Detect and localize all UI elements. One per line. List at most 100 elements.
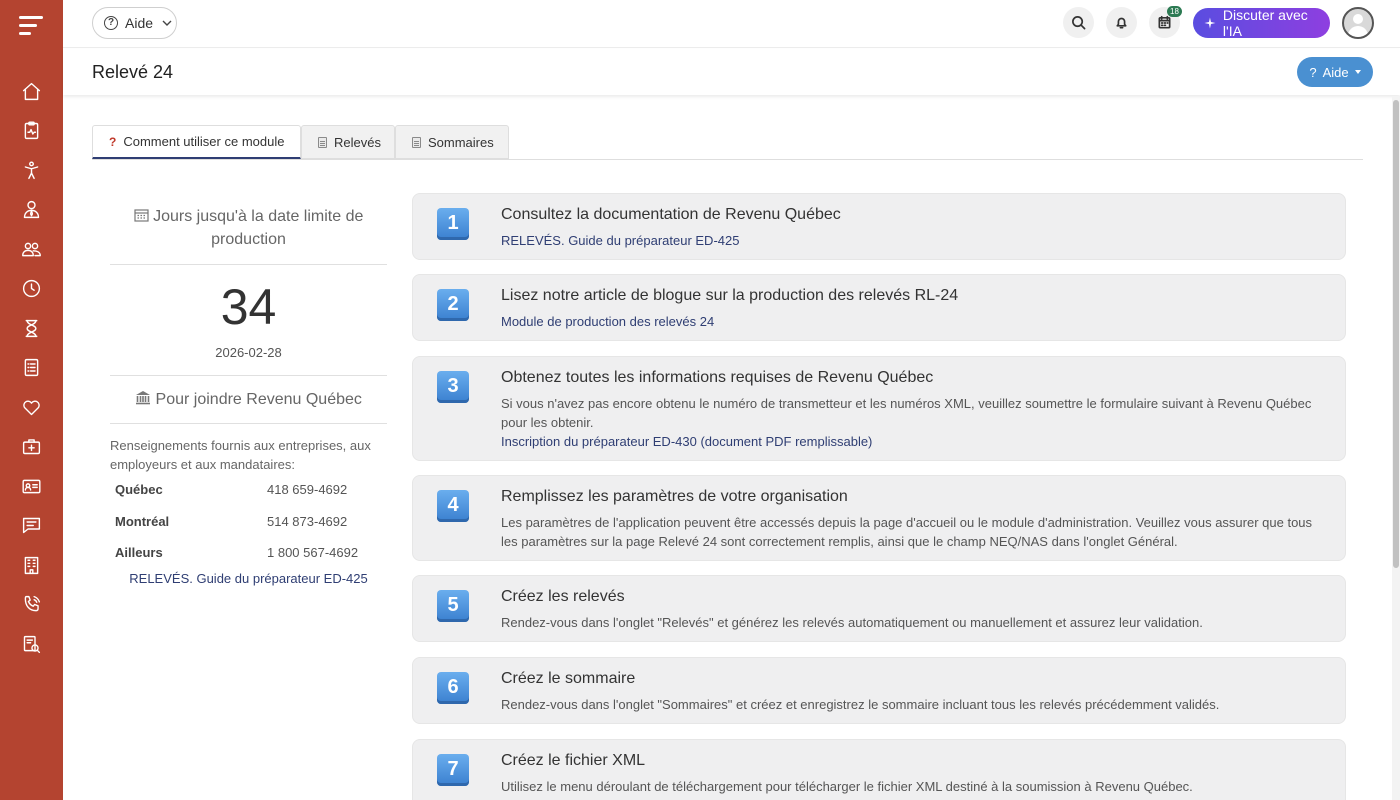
step-title: Remplissez les paramètres de votre organ… bbox=[501, 488, 848, 505]
step-card-6: 6 Créez le sommaire Rendez-vous dans l'o… bbox=[412, 657, 1346, 724]
sidebar bbox=[0, 0, 63, 800]
contact-title-text: Pour joindre Revenu Québec bbox=[155, 391, 362, 408]
divider bbox=[110, 264, 387, 265]
contact-city: Ailleurs bbox=[115, 545, 163, 560]
step-link[interactable]: RELEVÉS. Guide du préparateur ED-425 bbox=[501, 231, 1321, 250]
accessibility-icon[interactable] bbox=[20, 159, 43, 182]
contact-row: Québec 418 659-4692 bbox=[115, 482, 347, 497]
step-description: Si vous n'avez pas encore obtenu le numé… bbox=[501, 396, 1312, 430]
step-body: Si vous n'avez pas encore obtenu le numé… bbox=[501, 394, 1321, 451]
tab-label: Sommaires bbox=[428, 134, 494, 150]
ai-chat-button[interactable]: Discuter avec l'IA bbox=[1193, 7, 1330, 39]
step-title: Créez les relevés bbox=[501, 588, 625, 605]
page-title: Relevé 24 bbox=[92, 62, 174, 82]
document-icon bbox=[412, 136, 421, 148]
step-number-3-icon: 3 bbox=[437, 371, 469, 403]
scroll-thumb[interactable] bbox=[1393, 100, 1399, 568]
contact-city: Montréal bbox=[115, 514, 170, 529]
divider bbox=[110, 375, 387, 376]
step-number-7-icon: 7 bbox=[437, 754, 469, 786]
contact-phone: 514 873-4692 bbox=[267, 514, 348, 529]
step-title: Lisez notre article de blogue sur la pro… bbox=[501, 287, 959, 304]
contact-phone: 1 800 567-4692 bbox=[267, 545, 359, 560]
menu-icon[interactable] bbox=[19, 16, 43, 36]
tab-sommaires[interactable]: Sommaires bbox=[395, 125, 509, 159]
contact-row: Montréal 514 873-4692 bbox=[115, 514, 347, 529]
ai-chat-label: Discuter avec l'IA bbox=[1222, 7, 1308, 39]
step-title: Consultez la documentation de Revenu Qué… bbox=[501, 206, 841, 223]
step-card-4: 4 Remplissez les paramètres de votre org… bbox=[412, 475, 1346, 561]
step-number-1-icon: 1 bbox=[437, 208, 469, 240]
top-bar: ? Aide 18 Discuter avec l'IA bbox=[63, 0, 1400, 48]
step-number-4-icon: 4 bbox=[437, 490, 469, 522]
tab-releves[interactable]: Relevés bbox=[301, 125, 395, 159]
help-dropdown-label: Aide bbox=[125, 15, 154, 31]
step-card-5: 5 Créez les relevés Rendez-vous dans l'o… bbox=[412, 575, 1346, 642]
user-tie-icon[interactable] bbox=[20, 198, 43, 221]
checklist-icon[interactable] bbox=[20, 356, 43, 379]
step-card-3: 3 Obtenez toutes les informations requis… bbox=[412, 356, 1346, 461]
aide-dropdown-button[interactable]: ? Aide bbox=[1297, 57, 1373, 87]
step-title: Créez le fichier XML bbox=[501, 752, 646, 769]
step-description: Rendez-vous dans l'onglet "Sommaires" et… bbox=[501, 697, 1220, 712]
guide-link[interactable]: RELEVÉS. Guide du préparateur ED-425 bbox=[110, 571, 387, 586]
tab-label: Relevés bbox=[334, 134, 381, 150]
sparkle-icon bbox=[1204, 17, 1216, 29]
contact-phone: 418 659-4692 bbox=[267, 482, 348, 497]
id-card-icon[interactable] bbox=[20, 475, 43, 498]
deadline-title: Jours jusqu'à la date limite de producti… bbox=[110, 205, 387, 251]
chevron-down-icon bbox=[162, 20, 172, 26]
contact-title: Pour joindre Revenu Québec bbox=[110, 390, 387, 409]
calendar-icon bbox=[1158, 15, 1171, 29]
step-link[interactable]: Inscription du préparateur ED-430 (docum… bbox=[501, 432, 1321, 451]
question-icon: ? bbox=[1309, 64, 1317, 80]
aide-button-label: Aide bbox=[1322, 64, 1349, 80]
question-icon: ? bbox=[109, 134, 117, 149]
hourglass-icon[interactable] bbox=[20, 317, 43, 340]
contact-intro: Renseignements fournis aux entreprises, … bbox=[110, 438, 371, 472]
calendar-icon bbox=[134, 209, 149, 222]
step-body: Module de production des relevés 24 bbox=[501, 312, 1321, 331]
step-link[interactable]: Module de production des relevés 24 bbox=[501, 312, 1321, 331]
home-icon[interactable] bbox=[20, 80, 43, 103]
page-header: Relevé 24 ? Aide bbox=[63, 49, 1400, 95]
users-icon[interactable] bbox=[20, 238, 43, 261]
heart-icon[interactable] bbox=[20, 396, 43, 419]
step-number-6-icon: 6 bbox=[437, 672, 469, 704]
search-button[interactable] bbox=[1063, 7, 1094, 38]
step-card-2: 2 Lisez notre article de blogue sur la p… bbox=[412, 274, 1346, 341]
help-dropdown[interactable]: ? Aide bbox=[92, 7, 177, 39]
contact-row: Ailleurs 1 800 567-4692 bbox=[115, 545, 358, 560]
chat-icon[interactable] bbox=[20, 514, 43, 537]
step-number-2-icon: 2 bbox=[437, 289, 469, 321]
calendar-button[interactable]: 18 bbox=[1149, 6, 1182, 38]
tab-how-to-use[interactable]: ? Comment utiliser ce module bbox=[92, 125, 301, 159]
scrollbar[interactable] bbox=[1392, 96, 1400, 800]
search-icon bbox=[1072, 16, 1086, 30]
contact-city: Québec bbox=[115, 482, 163, 497]
tab-label: Comment utiliser ce module bbox=[123, 134, 285, 149]
report-search-icon[interactable] bbox=[20, 633, 43, 656]
bank-icon bbox=[136, 391, 151, 405]
deadline-date: 2026-02-28 bbox=[215, 345, 282, 360]
clipboard-pulse-icon[interactable] bbox=[20, 119, 43, 142]
help-circle-icon: ? bbox=[104, 16, 118, 30]
divider bbox=[110, 423, 387, 424]
notifications-button[interactable] bbox=[1106, 7, 1137, 38]
building-icon[interactable] bbox=[20, 554, 43, 577]
medical-kit-icon[interactable] bbox=[20, 435, 43, 458]
step-description: Utilisez le menu déroulant de télécharge… bbox=[501, 779, 1193, 794]
step-title: Obtenez toutes les informations requises… bbox=[501, 369, 934, 386]
clock-icon[interactable] bbox=[20, 277, 43, 300]
step-description: Rendez-vous dans l'onglet "Relevés" et g… bbox=[501, 615, 1203, 630]
bell-icon bbox=[1116, 17, 1127, 29]
caret-down-icon bbox=[1354, 70, 1361, 74]
document-icon bbox=[318, 136, 327, 148]
step-number-5-icon: 5 bbox=[437, 590, 469, 622]
step-card-1: 1 Consultez la documentation de Revenu Q… bbox=[412, 193, 1346, 260]
deadline-title-text: Jours jusqu'à la date limite de producti… bbox=[153, 208, 364, 248]
calendar-badge: 18 bbox=[1167, 6, 1182, 17]
step-description: Les paramètres de l'application peuvent … bbox=[501, 515, 1313, 549]
avatar[interactable] bbox=[1342, 7, 1374, 39]
phone-ring-icon[interactable] bbox=[20, 593, 43, 616]
